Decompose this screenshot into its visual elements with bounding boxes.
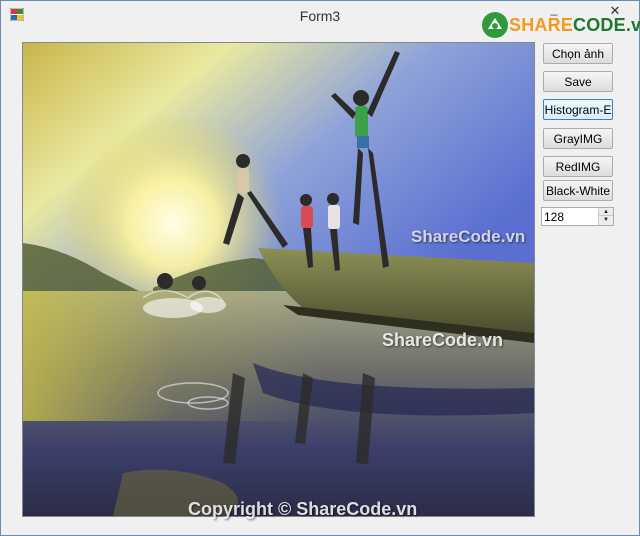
logo-icon (482, 12, 508, 38)
gray-image-button[interactable]: GrayIMG (543, 128, 613, 149)
form-window: Form3 _ ✕ SHARECODE.vn (0, 0, 640, 536)
black-white-button[interactable]: Black-White (543, 180, 613, 201)
save-button[interactable]: Save (543, 71, 613, 92)
spin-down-button[interactable]: ▼ (598, 216, 613, 225)
watermark-footer: Copyright © ShareCode.vn (188, 499, 418, 519)
threshold-numeric-updown[interactable]: ▲ ▼ (541, 207, 614, 226)
spin-up-button[interactable]: ▲ (598, 208, 613, 216)
choose-image-button[interactable]: Chọn ảnh (543, 43, 613, 64)
histogram-button[interactable]: Histogram-E (543, 99, 613, 120)
threshold-input[interactable] (544, 209, 598, 224)
sharecode-logo: SHARECODE.vn (481, 11, 640, 39)
watermark-mid: ShareCode.vn (411, 227, 526, 246)
red-image-button[interactable]: RedIMG (543, 156, 613, 177)
photo-image (23, 43, 534, 516)
watermark-center: ShareCode.vn (382, 330, 504, 350)
logo-text: SHARECODE.vn (509, 14, 640, 35)
picture-box (22, 42, 535, 517)
